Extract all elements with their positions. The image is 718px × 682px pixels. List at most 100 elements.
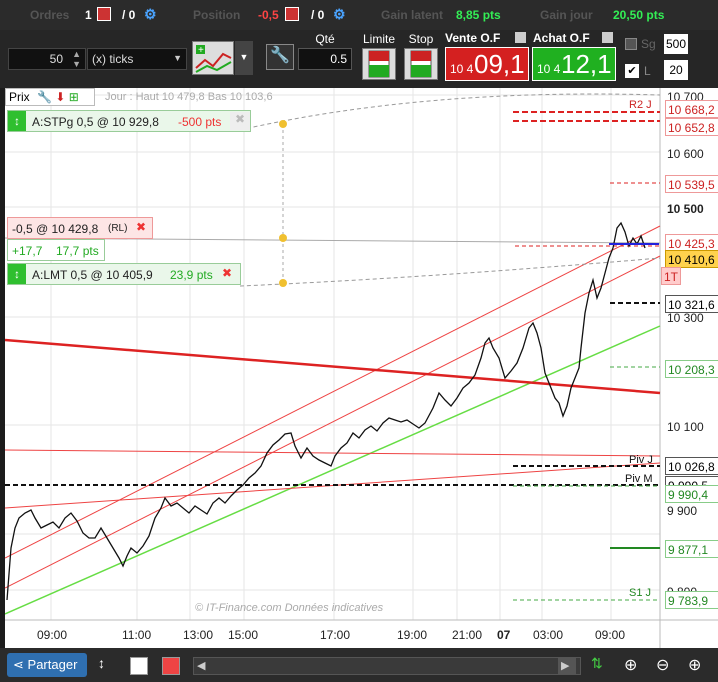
zoom-out-icon[interactable]: ⊖ [656, 655, 676, 675]
indicator-dropdown-icon[interactable]: ▼ [235, 41, 253, 75]
orders-label: Ordres [30, 8, 70, 22]
stop-order-icon [410, 50, 432, 78]
day-info: Jour : Haut 10 479,8 Bas 10 103,6 [105, 91, 273, 103]
watermark: © IT-Finance.com Données indicatives [195, 602, 384, 614]
time-axis-label: 07 [497, 628, 511, 642]
sell-price-small: 10 4 [450, 62, 474, 76]
size-500-input[interactable]: 500 [664, 34, 688, 54]
qty-label: Qté [315, 32, 335, 46]
l-label: L [644, 64, 651, 78]
s1-label: S1 J [629, 587, 651, 599]
plus-icon[interactable]: ⊞ [69, 90, 79, 104]
pl2-label: Gain jour [540, 8, 593, 22]
price-axis-label: 10 600 [667, 147, 704, 161]
drag-arrows-icon[interactable]: ↕ [8, 111, 26, 131]
pl2-value: 20,50 pts [613, 8, 665, 22]
close-icon[interactable]: ✖ [136, 220, 146, 234]
l-checkbox[interactable]: ✔ [625, 64, 639, 78]
data-table-icon[interactable] [130, 657, 148, 675]
gear-icon[interactable]: ⚙ [333, 6, 346, 23]
prix-header[interactable]: Prix 🔧 ⬇ ⊞ [5, 88, 95, 106]
stepper-arrows-icon[interactable]: ▲ ▼ [72, 49, 81, 69]
pl-value: 8,85 pts [456, 8, 501, 22]
buy-price-big: 12,1 [561, 49, 612, 79]
position-sep: / 0 [311, 8, 325, 22]
time-axis-label: 11:00 [122, 628, 152, 642]
time-axis-label: 21:00 [452, 628, 483, 642]
close-orders-icon[interactable] [97, 7, 111, 21]
svg-text:+: + [198, 45, 204, 56]
qty-input[interactable]: 0.5 [298, 48, 352, 70]
position-box[interactable]: -0,5 @ 10 429,8 (RL) ✖ [7, 217, 153, 239]
stop-order-handle[interactable] [279, 120, 287, 128]
price-chart[interactable]: R2 J Piv J Piv M S1 J © IT-Finance.com D… [5, 88, 718, 648]
position-label: Position [193, 8, 241, 22]
step-value: 50 [49, 52, 63, 66]
price-axis-label: 9 783,9 [665, 591, 718, 609]
step-stepper[interactable]: 50 ▲ ▼ [8, 48, 86, 70]
position-pl2: 17,7 pts [56, 244, 99, 258]
indicator-button[interactable]: + [192, 41, 234, 75]
sell-button[interactable]: 10 4 09,1 [445, 47, 529, 81]
sg-label: Sg [641, 37, 656, 51]
share-icon: ⋖ [13, 657, 24, 672]
limit-label: Limite [362, 32, 395, 46]
limit-order-handle[interactable] [279, 279, 287, 287]
position-value: -0,5 [258, 8, 279, 22]
ticks-label: (x) ticks [92, 52, 134, 66]
time-scrollbar[interactable]: ◀ ▶ [193, 657, 581, 675]
zoom-in-icon[interactable]: ⊕ [688, 655, 708, 675]
time-axis-label: 19:00 [397, 628, 428, 642]
share-button[interactable]: ⋖ Partager [7, 653, 87, 677]
wrench-icon[interactable]: 🔧 [37, 90, 52, 104]
one-t-badge: 1T [661, 267, 681, 285]
time-axis-label: 15:00 [228, 628, 259, 642]
horizontal-red-line[interactable] [5, 449, 661, 457]
close-icon[interactable]: ✖ [230, 112, 250, 130]
sg-checkbox[interactable] [625, 38, 637, 50]
limit-order-icon [368, 50, 390, 78]
sell-info-icon[interactable] [515, 32, 526, 43]
channel-middle-line[interactable] [5, 255, 661, 589]
position-tool-icon[interactable]: ⇅ [591, 655, 609, 675]
zoom-fit-icon[interactable]: ⊕ [624, 655, 644, 675]
buy-info-icon[interactable] [602, 32, 613, 43]
stop-label: Stop [408, 32, 434, 46]
scroll-right-icon[interactable]: ▶ [561, 659, 569, 672]
limit-order-button[interactable] [362, 48, 396, 80]
price-axis-label: 9 877,1 [665, 540, 718, 558]
close-position-icon[interactable] [285, 7, 299, 21]
trend-resistance-line[interactable] [5, 338, 661, 395]
position-text: -0,5 @ 10 429,8 [12, 222, 99, 236]
position-pl1: +17,7 [12, 244, 43, 258]
stop-order-text: A:STPg 0,5 @ 10 929,8 [32, 115, 159, 129]
position-rl: (RL) [108, 223, 128, 234]
down-arrow-icon[interactable]: ⬇ [55, 90, 65, 104]
sell-price-big: 09,1 [474, 49, 525, 79]
limit-order-pts: 23,9 pts [170, 268, 213, 282]
wrench-icon[interactable]: 🔧 [266, 44, 294, 70]
ticks-select[interactable]: (x) ticks ▼ [87, 48, 187, 70]
position-handle[interactable] [279, 234, 287, 242]
price-axis-label: 10 410,6 [665, 250, 718, 268]
gear-icon[interactable]: ⚙ [144, 6, 157, 23]
close-icon[interactable]: ✖ [222, 266, 232, 280]
stop-order-button[interactable] [404, 48, 438, 80]
limit-order-text: A:LMT 0,5 @ 10 405,9 [32, 268, 153, 282]
limit-order-box[interactable]: ↕ A:LMT 0,5 @ 10 405,9 23,9 pts ✖ [7, 263, 241, 285]
stop-order-pts: -500 pts [178, 115, 222, 129]
price-axis-label: 10 652,8 [665, 118, 718, 136]
buy-button[interactable]: 10 4 12,1 [532, 47, 616, 81]
stop-order-box[interactable]: ↕ A:STPg 0,5 @ 10 929,8 -500 pts ✖ [7, 110, 251, 132]
scroll-left-icon[interactable]: ◀ [197, 659, 205, 672]
price-axis-label: 10 300 [667, 311, 704, 325]
price-axis-label: 10 026,8 [665, 457, 718, 475]
orders-list-icon[interactable] [162, 657, 180, 675]
drag-arrows-icon[interactable]: ↕ [8, 264, 26, 284]
size-20-input[interactable]: 20 [664, 60, 688, 80]
chart-area[interactable]: R2 J Piv J Piv M S1 J © IT-Finance.com D… [5, 88, 718, 648]
cursor-tool-icon[interactable]: ↕ [98, 655, 114, 677]
limit-order-curve [239, 257, 661, 287]
orders-sep: / 0 [122, 8, 136, 22]
chevron-down-icon: ▼ [173, 53, 182, 63]
